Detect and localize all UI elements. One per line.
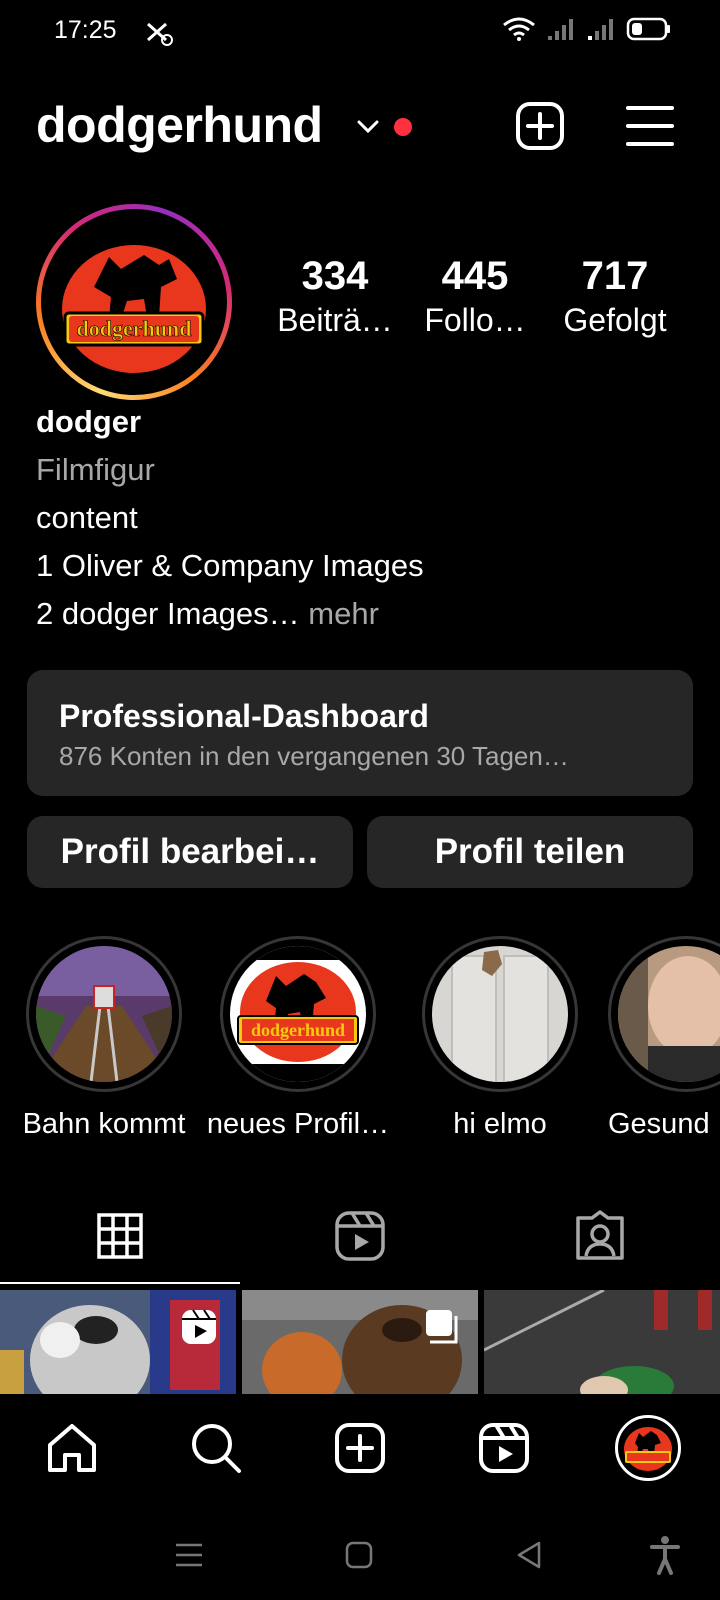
share-profile-button[interactable]: Profil teilen: [367, 816, 693, 888]
profile-tabs: [0, 1188, 720, 1284]
stat-following-count: 717: [581, 254, 649, 298]
dashboard-title: Professional-Dashboard: [59, 698, 429, 734]
highlight-item[interactable]: hi elmo: [422, 936, 578, 1141]
profile-avatar: [615, 1415, 681, 1481]
home-square-icon[interactable]: [336, 1532, 382, 1578]
bio-line: 2 dodger Images…: [36, 596, 300, 631]
posts-grid: [0, 1290, 720, 1394]
plus-square-icon[interactable]: [514, 100, 566, 152]
post-thumbnail[interactable]: [242, 1290, 478, 1394]
search-icon: [192, 1424, 241, 1473]
reels-icon: [335, 1211, 385, 1261]
highlight-label: Bahn kommt: [22, 1108, 186, 1140]
edit-profile-button[interactable]: Profil bearbei…: [27, 816, 353, 888]
stat-followers[interactable]: 445 Follo…: [410, 252, 540, 340]
reel-badge-icon: [182, 1309, 216, 1344]
story-highlights: Bahn kommt dodgerhund neues Profil… hi e…: [0, 936, 720, 1140]
status-bar: 17:25: [0, 0, 720, 64]
highlight-cover: [432, 946, 568, 1082]
bio-line: 1 Oliver & Company Images: [36, 548, 424, 583]
highlight-label: Gesund: [608, 1108, 710, 1140]
highlight-cover: [618, 946, 720, 1082]
stat-following-label: Gefolgt: [563, 302, 667, 338]
status-icons: [502, 16, 672, 42]
menu-icon[interactable]: [166, 1532, 212, 1578]
tab-tagged[interactable]: [480, 1188, 720, 1284]
system-navigation-bar: [0, 1510, 720, 1600]
profile-bio: dodger Filmfigur content 1 Oliver & Comp…: [36, 398, 676, 638]
grid-icon: [97, 1213, 143, 1259]
status-time: 17:25: [54, 16, 117, 44]
hamburger-menu-icon[interactable]: [624, 100, 676, 152]
highlight-item[interactable]: Bahn kommt: [23, 936, 185, 1141]
highlight-logo-text: dodgerhund: [251, 1020, 345, 1040]
notification-dot: [394, 118, 412, 136]
nav-home[interactable]: [22, 1398, 122, 1498]
nav-reels[interactable]: [454, 1398, 554, 1498]
signal-icon: [588, 19, 613, 40]
signal-icon: [548, 19, 573, 40]
back-icon[interactable]: [506, 1532, 552, 1578]
highlight-item[interactable]: dodgerhund neues Profil…: [207, 936, 389, 1141]
profile-avatar-ring[interactable]: dodgerhund: [36, 204, 232, 400]
bottom-navigation: [0, 1394, 720, 1502]
account-switcher[interactable]: dodgerhund: [36, 96, 323, 154]
chevron-down-icon[interactable]: [354, 112, 382, 140]
professional-dashboard-card[interactable]: Professional-Dashboard 876 Konten in den…: [27, 670, 693, 796]
bio-line-truncated: 2 dodger Images… mehr: [36, 590, 676, 638]
dodgerhund-logo: dodgerhund: [54, 222, 214, 382]
highlight-cover: [36, 946, 172, 1082]
bio-category: Filmfigur: [36, 452, 155, 487]
tagged-icon: [576, 1210, 624, 1260]
post-thumbnail[interactable]: [0, 1290, 236, 1394]
highlight-label: hi elmo: [453, 1108, 547, 1140]
stat-posts[interactable]: 334 Beiträ…: [270, 252, 400, 340]
scissors-gear-icon: [147, 22, 173, 46]
home-icon: [48, 1424, 96, 1472]
nav-create[interactable]: [310, 1398, 410, 1498]
bio-line: content: [36, 500, 138, 535]
highlight-cover: dodgerhund: [230, 946, 366, 1082]
profile-action-buttons: Profil bearbei… Profil teilen: [27, 816, 693, 888]
bio-display-name: dodger: [36, 404, 142, 439]
avatar-logo-text: dodgerhund: [77, 316, 192, 341]
highlight-label: neues Profil…: [206, 1108, 390, 1140]
stat-posts-label: Beiträ…: [277, 302, 393, 338]
accessibility-icon[interactable]: [642, 1532, 688, 1578]
nav-search[interactable]: [166, 1398, 266, 1498]
create-icon: [335, 1423, 385, 1473]
wifi-icon: [503, 17, 535, 41]
post-thumbnail[interactable]: [484, 1290, 720, 1394]
highlight-item[interactable]: Gesund: [608, 936, 720, 1141]
stat-followers-label: Follo…: [424, 302, 526, 338]
profile-stats: 334 Beiträ… 445 Follo… 717 Gefolgt: [270, 252, 680, 340]
bio-more-link[interactable]: mehr: [300, 596, 379, 631]
stat-posts-count: 334: [301, 254, 369, 298]
profile-header: dodgerhund: [36, 92, 684, 162]
profile-avatar: dodgerhund: [49, 217, 219, 387]
dashboard-subtitle: 876 Konten in den vergangenen 30 Tagen…: [59, 741, 569, 771]
stat-following[interactable]: 717 Gefolgt: [550, 252, 680, 340]
tab-reels[interactable]: [240, 1188, 480, 1284]
stat-followers-count: 445: [441, 254, 509, 298]
reels-icon: [479, 1423, 529, 1473]
multi-image-icon: [426, 1310, 458, 1344]
tab-posts-grid[interactable]: [0, 1188, 240, 1284]
nav-profile[interactable]: [598, 1398, 698, 1498]
battery-icon: [626, 17, 670, 41]
